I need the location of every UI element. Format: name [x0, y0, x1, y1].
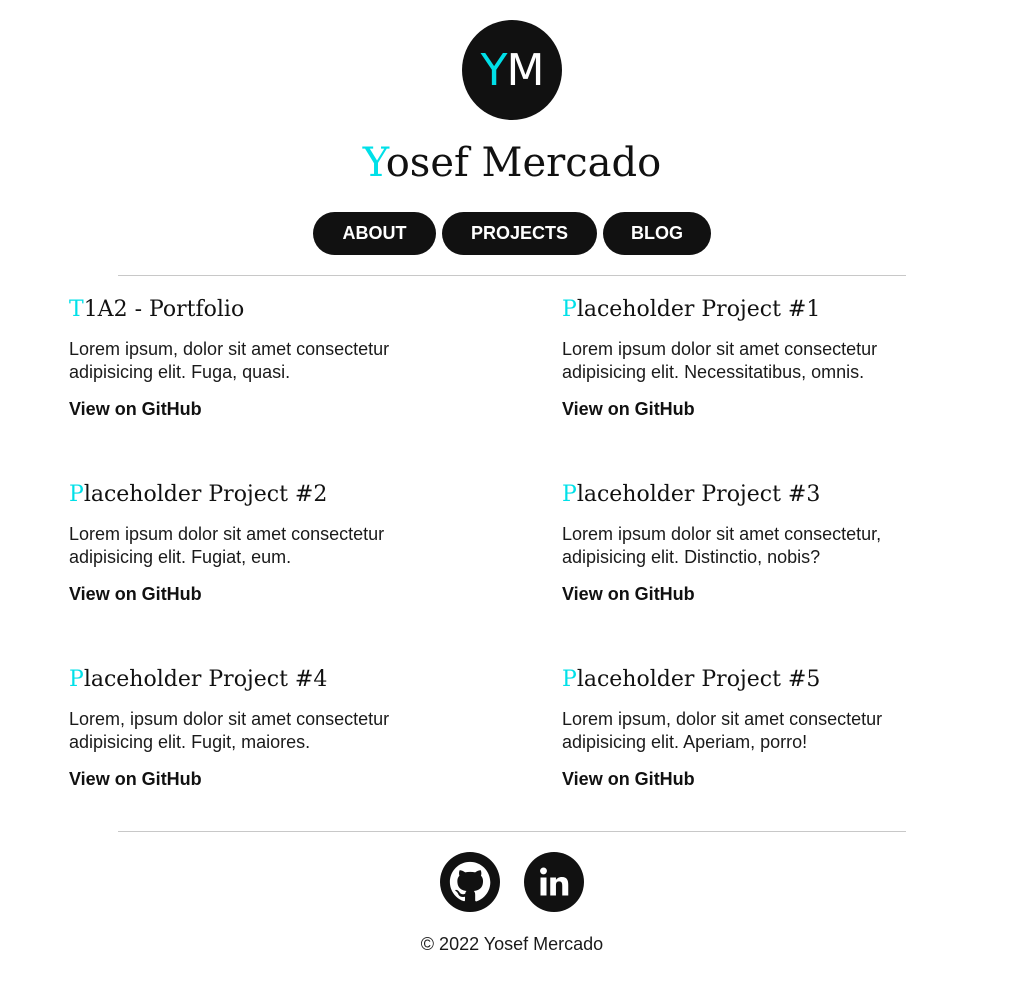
nav-blog-button[interactable]: BLOG	[603, 212, 711, 255]
project-card: Placeholder Project #3 Lorem ipsum dolor…	[562, 481, 962, 605]
github-link[interactable]: View on GitHub	[562, 769, 695, 790]
site-title-initial: Y	[362, 140, 386, 186]
project-description: Lorem, ipsum dolor sit amet consectetur …	[69, 709, 390, 752]
project-description: Lorem ipsum, dolor sit amet consectetur …	[69, 339, 390, 382]
nav-about-button[interactable]: ABOUT	[313, 212, 436, 255]
project-card: T1A2 - Portfolio Lorem ipsum, dolor sit …	[69, 296, 469, 420]
project-title: Placeholder Project #2	[69, 482, 328, 507]
project-card: Placeholder Project #2 Lorem ipsum dolor…	[69, 481, 469, 605]
logo-letter-m: M	[506, 44, 544, 96]
linkedin-icon[interactable]	[524, 852, 584, 912]
github-icon-svg	[449, 861, 491, 902]
project-title: Placeholder Project #5	[562, 667, 821, 692]
project-title: Placeholder Project #4	[69, 667, 328, 692]
github-link[interactable]: View on GitHub	[69, 399, 202, 420]
project-card: Placeholder Project #1 Lorem ipsum dolor…	[562, 296, 962, 420]
bottom-divider	[118, 831, 906, 832]
project-card: Placeholder Project #4 Lorem, ipsum dolo…	[69, 666, 469, 790]
site-title: Yosef Mercado	[0, 140, 1024, 186]
project-description: Lorem ipsum dolor sit amet consectetur a…	[69, 524, 385, 567]
nav-projects-button[interactable]: PROJECTS	[442, 212, 597, 255]
linkedin-icon-svg	[540, 867, 569, 896]
logo: YM	[462, 20, 562, 120]
project-title: Placeholder Project #3	[562, 482, 821, 507]
project-title: T1A2 - Portfolio	[69, 297, 245, 322]
github-link[interactable]: View on GitHub	[69, 769, 202, 790]
project-title: Placeholder Project #1	[562, 297, 821, 322]
github-icon[interactable]	[440, 852, 500, 912]
project-card: Placeholder Project #5 Lorem ipsum, dolo…	[562, 666, 962, 790]
copyright-text: © 2022 Yosef Mercado	[420, 934, 604, 954]
site-title-rest: osef Mercado	[385, 140, 662, 186]
github-link[interactable]: View on GitHub	[562, 399, 695, 420]
github-link[interactable]: View on GitHub	[69, 584, 202, 605]
project-description: Lorem ipsum, dolor sit amet consectetur …	[562, 709, 883, 752]
project-description: Lorem ipsum dolor sit amet consectetur, …	[562, 524, 882, 567]
project-description: Lorem ipsum dolor sit amet consectetur a…	[562, 339, 878, 382]
main-nav: ABOUT PROJECTS BLOG	[0, 212, 1024, 255]
github-link[interactable]: View on GitHub	[562, 584, 695, 605]
top-divider	[118, 275, 906, 276]
logo-letter-y: Y	[480, 44, 508, 96]
